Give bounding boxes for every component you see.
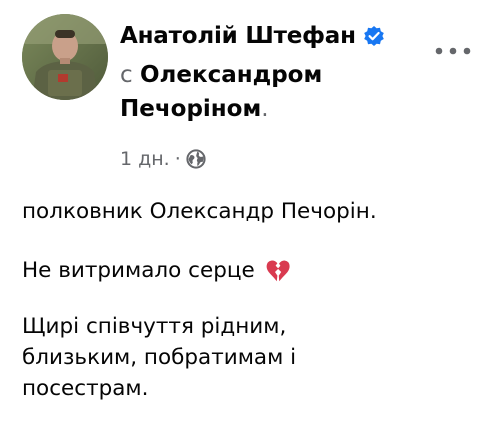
more-options-icon[interactable] (433, 44, 473, 58)
post-paragraph-3-line-3: посестрам. (22, 376, 149, 401)
globe-icon[interactable] (186, 149, 206, 169)
post-paragraph-2: Не витримало серце (22, 255, 291, 286)
post-paragraph-3: Щирі співчуття рідним, близьким, побрати… (22, 311, 462, 404)
with-word: с (120, 62, 133, 88)
post-paragraph-3-line-1: Щирі співчуття рідним, (22, 314, 287, 339)
post-paragraph-3-line-2: близьким, побратимам і (22, 345, 297, 370)
post-paragraph-1: полковник Олександр Печорін. (22, 199, 377, 224)
tagged-line-2: Печоріном. (120, 92, 420, 126)
tagged-line: с Олександром (120, 58, 420, 92)
post-paragraph-2-text: Не витримало серце (22, 258, 255, 283)
meta-separator: · (174, 148, 181, 170)
post-meta: 1 дн. · (120, 145, 206, 173)
post-header: Анатолій Штефан с Олександром Печоріном. (120, 18, 420, 126)
broken-heart-icon (266, 260, 290, 281)
tagged-person-link-continued[interactable]: Печоріном (120, 96, 261, 122)
trailing-dot: . (261, 96, 269, 122)
facebook-post: Анатолій Штефан с Олександром Печоріном.… (0, 0, 503, 429)
tagged-person-link[interactable]: Олександром (140, 62, 322, 88)
verified-badge-icon (363, 26, 384, 46)
author-avatar[interactable] (22, 14, 108, 100)
author-line: Анатолій Штефан (120, 18, 420, 54)
author-name[interactable]: Анатолій Штефан (120, 23, 356, 49)
post-timestamp[interactable]: 1 дн. (120, 148, 170, 170)
avatar-image (22, 14, 108, 100)
